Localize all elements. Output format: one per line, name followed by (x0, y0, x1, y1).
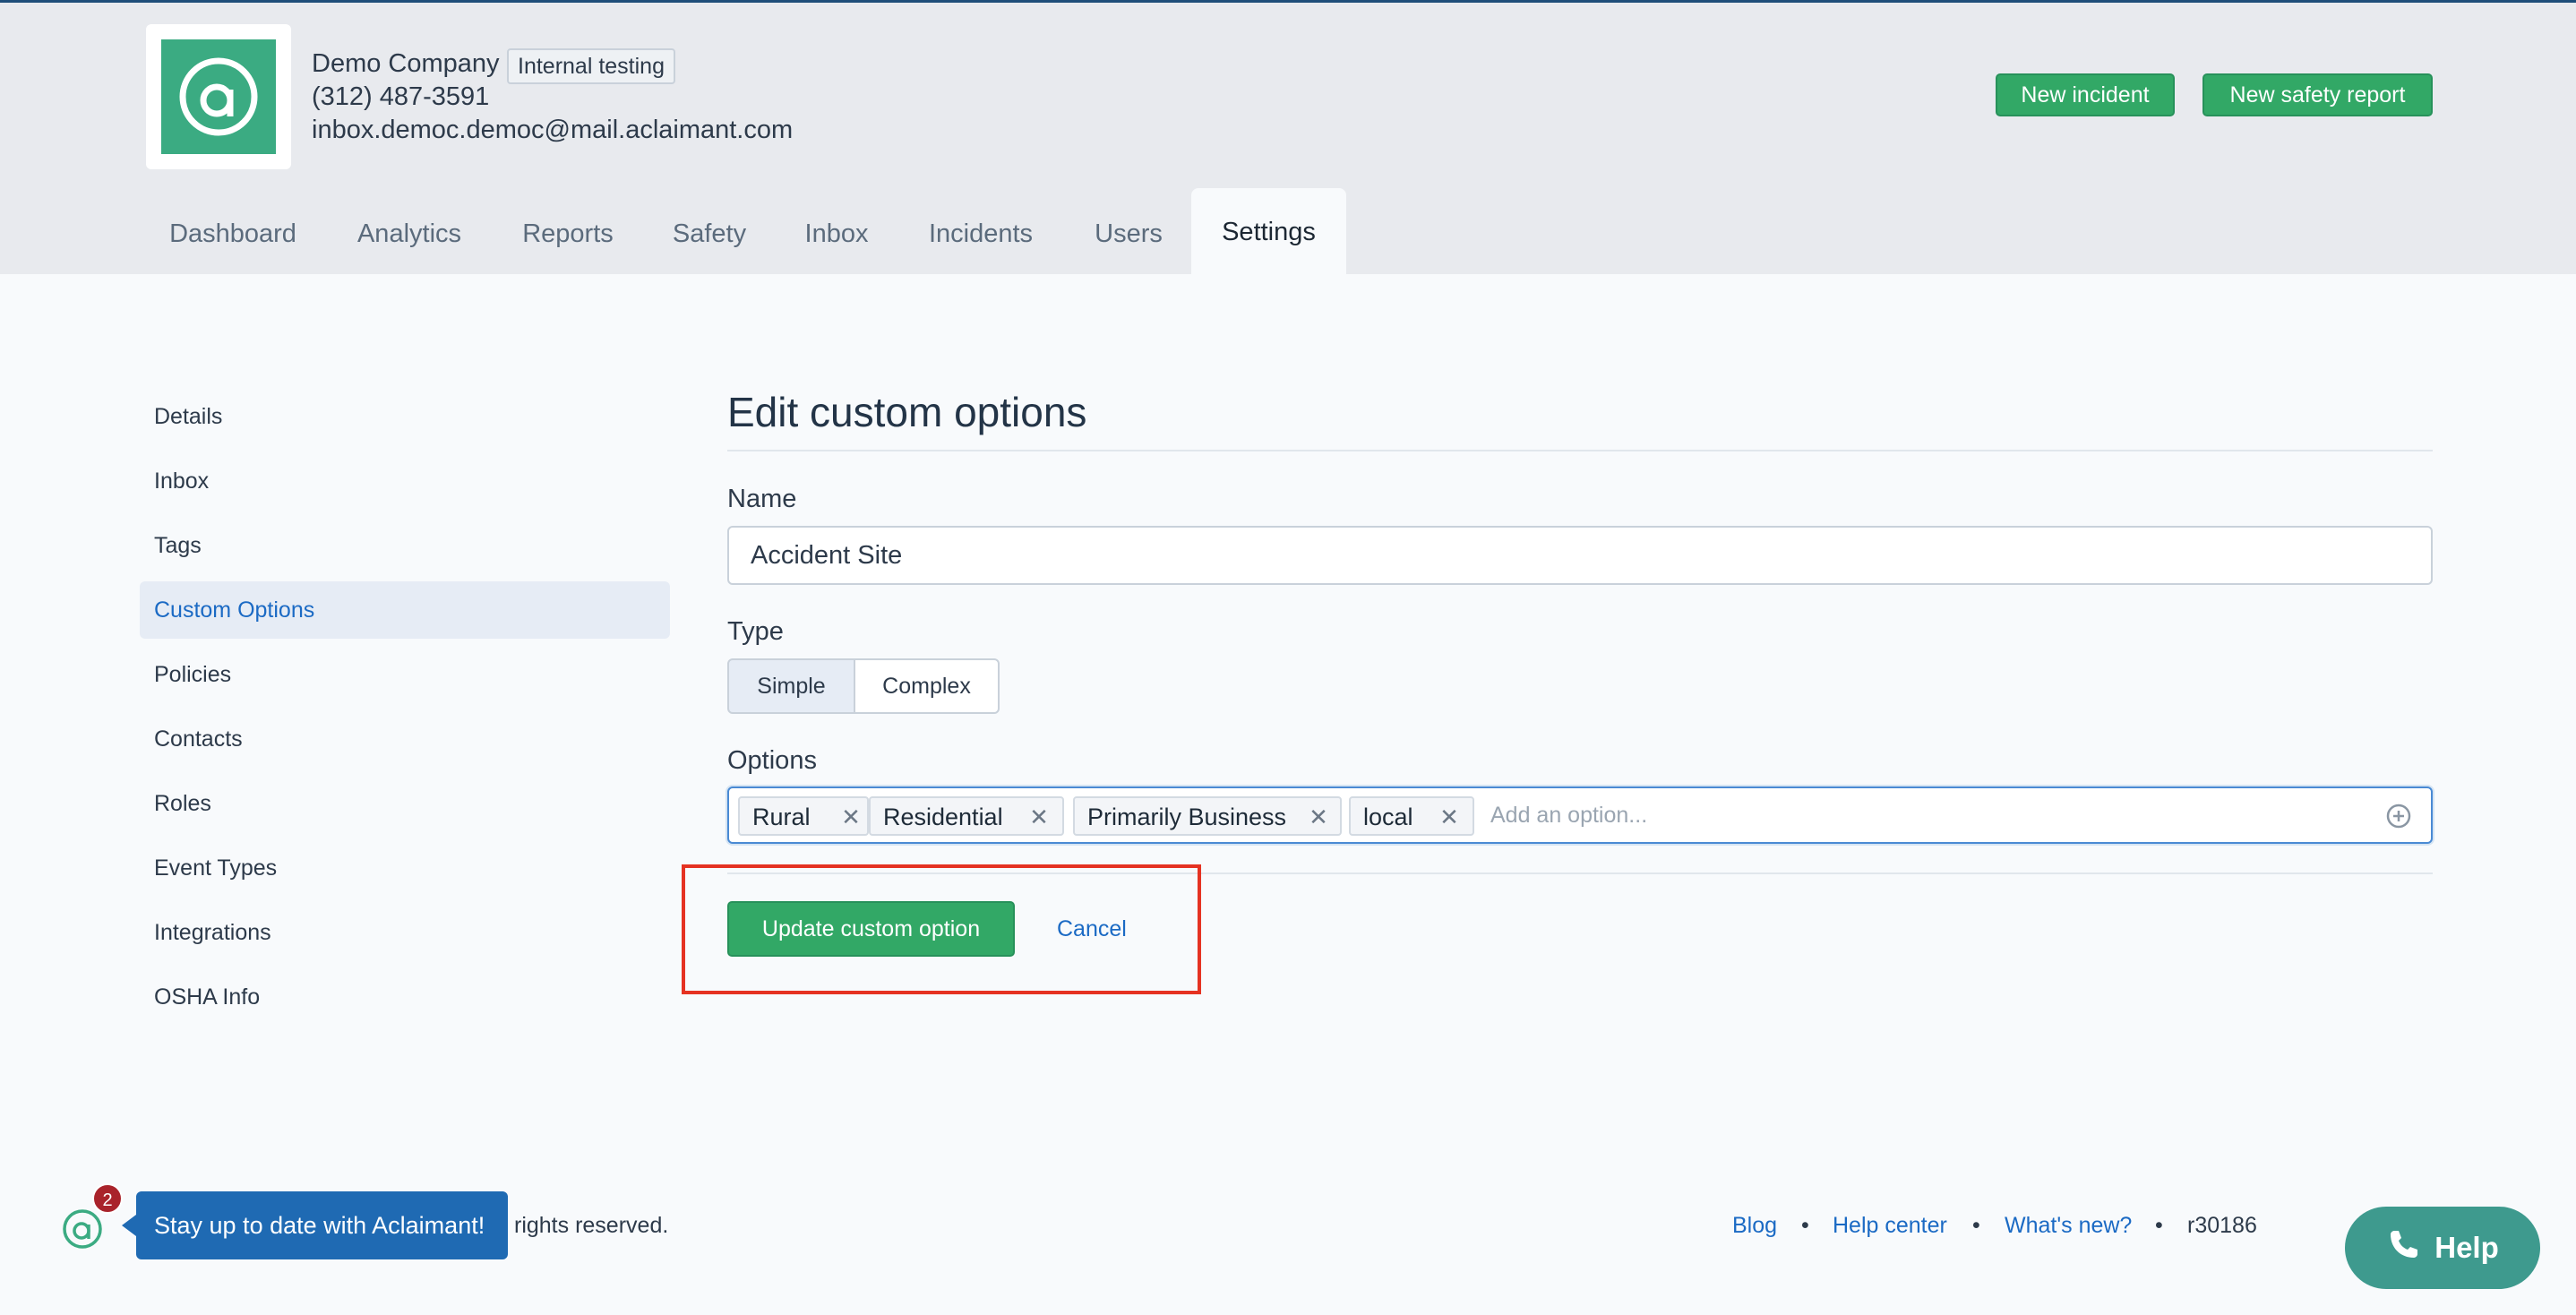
sidebar-item-policies[interactable]: Policies (140, 646, 670, 703)
new-safety-report-button[interactable]: New safety report (2202, 73, 2433, 116)
promo-message-bubble[interactable]: Stay up to date with Aclaimant! (136, 1191, 508, 1259)
notification-count-badge: 2 (92, 1183, 123, 1214)
type-label: Type (727, 617, 784, 646)
options-label: Options (727, 746, 817, 775)
remove-option-icon[interactable]: ✕ (1308, 798, 1329, 836)
sidebar-item-event-types[interactable]: Event Types (140, 839, 670, 897)
footer-link-whats-new[interactable]: What's new? (2005, 1211, 2132, 1240)
sidebar-item-osha-info[interactable]: OSHA Info (140, 968, 670, 1026)
tab-safety[interactable]: Safety (656, 191, 763, 277)
title-divider (727, 450, 2433, 451)
tab-analytics[interactable]: Analytics (339, 191, 480, 277)
tab-dashboard[interactable]: Dashboard (146, 191, 320, 277)
app-header: Demo Company Internal testing (312) 487-… (0, 3, 2576, 277)
company-phone: (312) 487-3591 (312, 82, 490, 111)
sidebar-item-tags[interactable]: Tags (140, 517, 670, 574)
remove-option-icon[interactable]: ✕ (840, 798, 862, 836)
option-chip: Residential ✕ (869, 796, 1064, 836)
option-chip-label: local (1363, 804, 1413, 830)
footer-separator: • (1972, 1213, 1980, 1238)
remove-option-icon[interactable]: ✕ (1028, 798, 1050, 836)
tab-reports[interactable]: Reports (503, 191, 632, 277)
aclaimant-widget-icon[interactable] (61, 1208, 104, 1251)
new-incident-button[interactable]: New incident (1996, 73, 2175, 116)
type-simple-button[interactable]: Simple (727, 658, 855, 714)
footer-separator: • (2155, 1213, 2163, 1238)
option-chip: Rural ✕ (738, 796, 869, 836)
option-chip-label: Primarily Business (1087, 804, 1287, 830)
option-chip: local ✕ (1349, 796, 1474, 836)
sidebar-item-roles[interactable]: Roles (140, 775, 670, 832)
footer-copyright: rights reserved. (514, 1213, 669, 1238)
sidebar-item-inbox[interactable]: Inbox (140, 452, 670, 510)
add-option-placeholder[interactable]: Add an option... (1490, 788, 1647, 842)
help-button[interactable]: Help (2345, 1207, 2540, 1289)
footer-link-blog[interactable]: Blog (1732, 1211, 1777, 1240)
highlight-annotation-box (682, 864, 1201, 994)
remove-option-icon[interactable]: ✕ (1438, 798, 1460, 836)
environment-badge: Internal testing (507, 48, 675, 84)
options-tag-input[interactable]: Rural ✕ Residential ✕ Primarily Business… (727, 786, 2433, 844)
sidebar-item-details[interactable]: Details (140, 388, 670, 445)
sidebar-item-contacts[interactable]: Contacts (140, 710, 670, 768)
add-option-icon[interactable] (2386, 804, 2411, 829)
name-label: Name (727, 485, 797, 513)
footer-version: r30186 (2187, 1213, 2257, 1238)
aclaimant-logo-icon (161, 39, 276, 154)
tab-incidents[interactable]: Incidents (910, 191, 1052, 277)
page-title: Edit custom options (727, 389, 1087, 435)
tab-settings[interactable]: Settings (1191, 188, 1346, 277)
option-chip-label: Rural (752, 804, 811, 830)
phone-icon (2386, 1226, 2422, 1269)
sidebar-item-custom-options[interactable]: Custom Options (140, 581, 670, 639)
company-email: inbox.democ.democ@mail.aclaimant.com (312, 116, 794, 144)
sidebar-item-integrations[interactable]: Integrations (140, 904, 670, 961)
option-chip-label: Residential (883, 804, 1003, 830)
footer-link-help-center[interactable]: Help center (1833, 1211, 1947, 1240)
option-chip: Primarily Business ✕ (1073, 796, 1342, 836)
tab-users[interactable]: Users (1075, 191, 1182, 277)
company-name: Demo Company (312, 49, 500, 78)
help-label: Help (2434, 1231, 2499, 1264)
name-input[interactable] (727, 526, 2433, 585)
tab-inbox[interactable]: Inbox (786, 191, 887, 277)
company-logo[interactable] (146, 24, 291, 169)
promo-bubble-arrow (122, 1215, 136, 1236)
type-complex-button[interactable]: Complex (854, 658, 1000, 714)
footer-separator: • (1801, 1213, 1809, 1238)
